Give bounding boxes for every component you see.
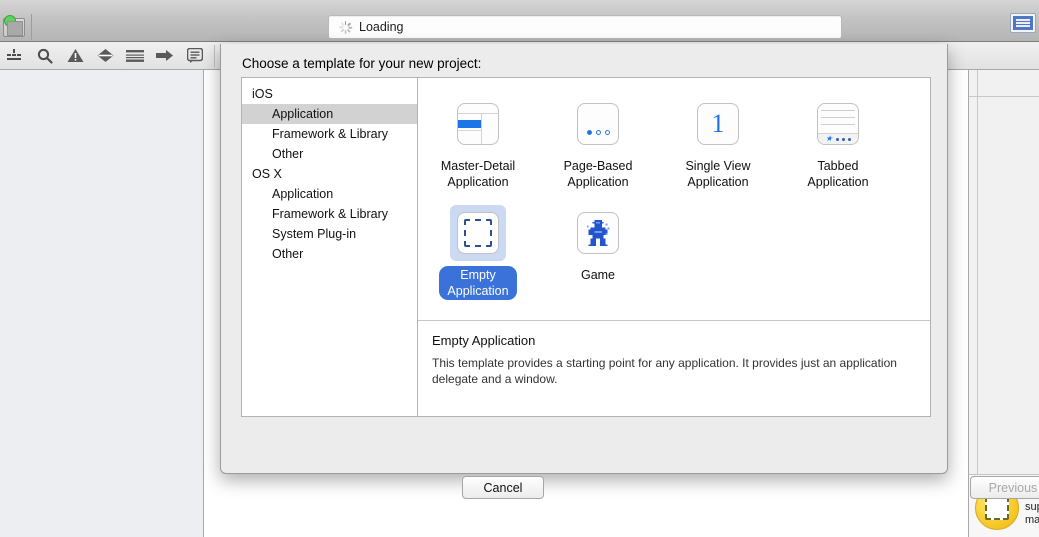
status-text: Loading [359,20,404,34]
utilities-divider-horizontal [969,96,1039,97]
source-item-osx-system-plugin[interactable]: System Plug-in [242,224,417,244]
template-tabbed-application[interactable]: ★ Tabbed Application [778,92,898,191]
new-project-template-sheet: Choose a template for your new project: … [220,44,1039,499]
window-stoplight-box[interactable] [3,15,25,37]
template-single-view-application[interactable]: 1 Single View Application [658,92,778,191]
template-description-title: Empty Application [432,333,536,348]
tabbed-icon: ★ [817,103,859,145]
template-master-detail-application[interactable]: Master-Detail Application [418,92,538,191]
utilities-panel-icon[interactable] [1010,13,1036,33]
page-based-icon [577,103,619,145]
log-lines-icon[interactable] [120,42,150,70]
utilities-divider-vertical [977,70,978,537]
template-icon-wrap [450,205,506,261]
template-label: Tabbed Application [807,159,869,189]
sheet-body: iOS Application Framework & Library Othe… [241,77,931,417]
template-label: Game [580,268,616,282]
source-item-ios-framework-library[interactable]: Framework & Library [242,124,417,144]
source-item-osx-application[interactable]: Application [242,184,417,204]
template-icon-wrap [570,205,626,261]
card-line-3: ma [1025,514,1039,526]
template-label: Master-Detail Application [440,159,516,189]
template-source-list[interactable]: iOS Application Framework & Library Othe… [242,78,418,416]
template-icon-wrap [570,96,626,152]
previous-button[interactable]: Previous [970,476,1039,499]
source-item-ios-application[interactable]: Application [242,104,417,124]
warning-triangle-icon[interactable] [60,42,90,70]
sheet-title: Choose a template for your new project: [242,56,482,71]
comment-bubble-icon[interactable] [180,42,210,70]
template-area: Master-Detail Application Page-Based App… [418,78,930,416]
search-icon[interactable] [30,42,60,70]
utilities-pane: Vi sup ma [968,70,1039,537]
template-label: Empty Application [439,266,517,300]
dashed-square-icon [985,495,1009,520]
source-item-ios-other[interactable]: Other [242,144,417,164]
single-view-icon: 1 [697,103,739,145]
template-game[interactable]: Game [538,201,658,300]
source-group-osx[interactable]: OS X [242,164,417,184]
game-icon [577,212,619,254]
template-icon-wrap: ★ [810,96,866,152]
template-description-body: This template provides a starting point … [432,356,897,386]
navigator-toggle-icon[interactable] [0,42,30,70]
project-navigator-pane [0,70,204,537]
breakpoint-diamond-icon[interactable] [90,42,120,70]
toolbar-divider [31,14,32,40]
template-grid: Master-Detail Application Page-Based App… [418,78,930,320]
screen: Loading su ma Choose a template for your… [0,0,1039,537]
status-field: Loading [328,15,842,39]
template-label: Single View Application [685,159,751,189]
template-empty-application[interactable]: Empty Application [418,201,538,300]
template-description-panel: Empty Application This template provides… [418,320,930,416]
master-detail-icon [457,103,499,145]
empty-application-icon [457,212,499,254]
template-page-based-application[interactable]: Page-Based Application [538,92,658,191]
ide-title-bar: Loading [0,0,1039,42]
arrow-right-icon[interactable] [150,42,180,70]
source-item-osx-other[interactable]: Other [242,244,417,264]
loading-spinner-icon [338,20,352,34]
cancel-button[interactable]: Cancel [462,476,544,499]
zoom-green-dot-icon[interactable] [4,15,16,27]
template-icon-wrap [450,96,506,152]
source-item-osx-framework-library[interactable]: Framework & Library [242,204,417,224]
toolbar-separator [214,44,215,67]
source-group-ios[interactable]: iOS [242,84,417,104]
card-line-2: sup [1025,501,1039,513]
template-label: Page-Based Application [563,159,633,189]
template-icon-wrap: 1 [690,96,746,152]
